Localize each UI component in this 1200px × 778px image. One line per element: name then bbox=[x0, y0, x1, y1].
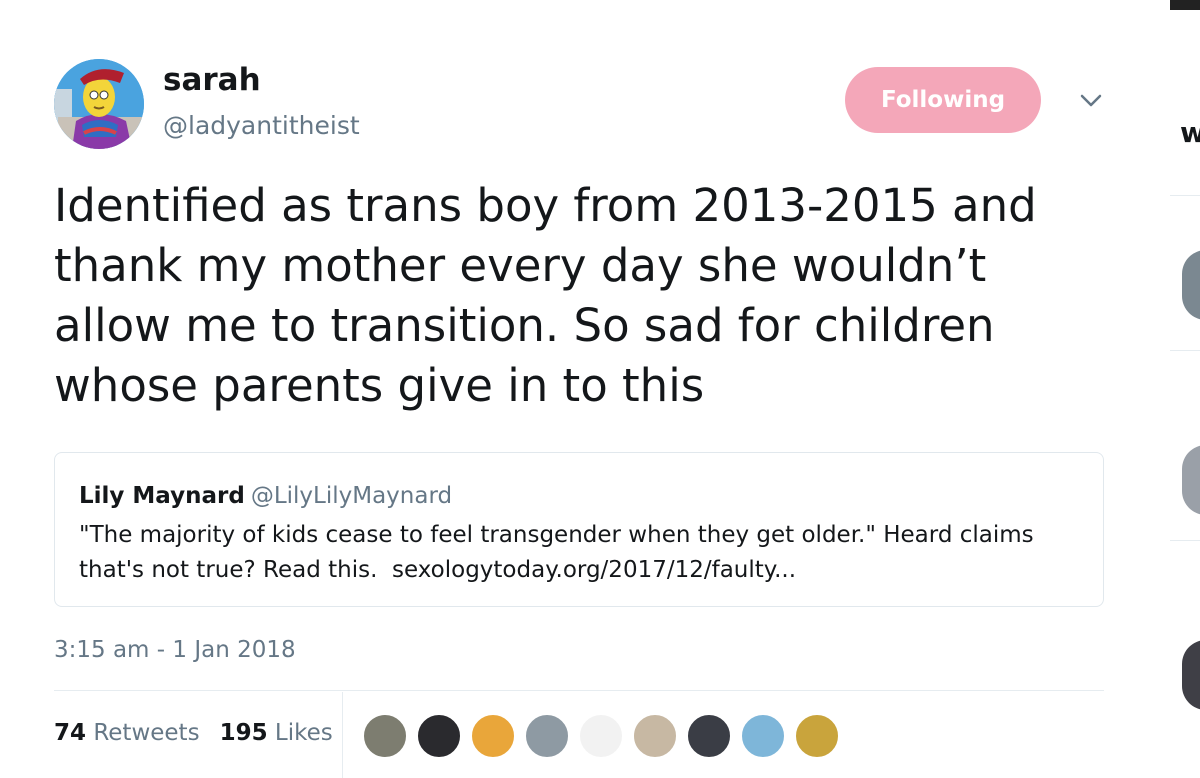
tweet-text-line: Identified as trans boy from 2013-2015 a… bbox=[54, 179, 1037, 232]
quoted-tweet[interactable]: Lily Maynard @LilyLilyMaynard "The majori… bbox=[54, 452, 1104, 607]
likes-count: 195 bbox=[219, 720, 268, 746]
following-button-label: Following bbox=[880, 87, 1006, 113]
likes-stat[interactable]: 195 Likes bbox=[220, 720, 333, 746]
cartoon-avatar-icon bbox=[54, 59, 144, 149]
liker-avatar-icon[interactable] bbox=[740, 713, 786, 759]
tweet-text-line: thank my mother every day she wouldn’t bbox=[54, 239, 987, 292]
side-panel-divider bbox=[1170, 350, 1200, 351]
following-button[interactable]: Following bbox=[845, 67, 1041, 133]
quoted-text-line: that's not true? Read this. sexologytoda… bbox=[79, 553, 1079, 588]
side-panel-partial: w bbox=[1170, 0, 1200, 778]
stats-divider bbox=[342, 692, 343, 778]
author-display-name[interactable]: sarah bbox=[163, 62, 261, 98]
tweet-text-line: whose parents give in to this bbox=[54, 359, 705, 412]
tweet-card: sarah @ladyantitheist Following Identifi… bbox=[0, 0, 1170, 778]
side-panel-avatar[interactable] bbox=[1182, 445, 1200, 515]
likes-label: Likes bbox=[274, 720, 333, 746]
liker-avatar-icon[interactable] bbox=[362, 713, 408, 759]
retweets-count: 74 bbox=[54, 720, 87, 746]
liker-avatar-icon[interactable] bbox=[416, 713, 462, 759]
quoted-author-handle: @LilyLilyMaynard bbox=[250, 483, 453, 509]
quoted-author-name: Lily Maynard bbox=[79, 483, 245, 509]
liker-avatar-icon[interactable] bbox=[470, 713, 516, 759]
quoted-tweet-header: Lily Maynard @LilyLilyMaynard bbox=[79, 483, 452, 509]
side-panel-divider bbox=[1170, 195, 1200, 196]
author-avatar[interactable] bbox=[54, 59, 144, 149]
liker-avatar-icon[interactable] bbox=[632, 713, 678, 759]
quoted-text-line: "The majority of kids cease to feel tran… bbox=[79, 522, 1034, 548]
side-panel-partial-text: w bbox=[1180, 116, 1200, 149]
divider bbox=[54, 690, 1104, 691]
chevron-down-icon bbox=[1080, 94, 1102, 107]
tweet-text-line: allow me to transition. So sad for child… bbox=[54, 299, 995, 352]
side-panel-avatar[interactable] bbox=[1182, 250, 1200, 320]
quoted-link[interactable]: sexologytoday.org/2017/12/faulty... bbox=[392, 557, 796, 583]
liker-avatar-icon[interactable] bbox=[686, 713, 732, 759]
side-panel-avatar[interactable] bbox=[1182, 640, 1200, 710]
tweet-stats: 74 Retweets 195 Likes bbox=[54, 720, 333, 746]
quoted-text-fragment: that's not true? Read this. bbox=[79, 557, 378, 583]
tweet-timestamp[interactable]: 3:15 am - 1 Jan 2018 bbox=[54, 637, 296, 663]
side-panel-topbar bbox=[1170, 0, 1200, 10]
liker-avatar-icon[interactable] bbox=[524, 713, 570, 759]
liker-avatar-icon[interactable] bbox=[794, 713, 840, 759]
tweet-menu-button[interactable] bbox=[1076, 88, 1106, 114]
retweets-stat[interactable]: 74 Retweets bbox=[54, 720, 200, 746]
quoted-tweet-text: "The majority of kids cease to feel tran… bbox=[79, 518, 1079, 588]
liker-avatar-icon[interactable] bbox=[578, 713, 624, 759]
tweet-text: Identified as trans boy from 2013-2015 a… bbox=[54, 176, 1114, 416]
side-panel-divider bbox=[1170, 540, 1200, 541]
author-handle[interactable]: @ladyantitheist bbox=[163, 111, 360, 140]
retweets-label: Retweets bbox=[93, 720, 200, 746]
